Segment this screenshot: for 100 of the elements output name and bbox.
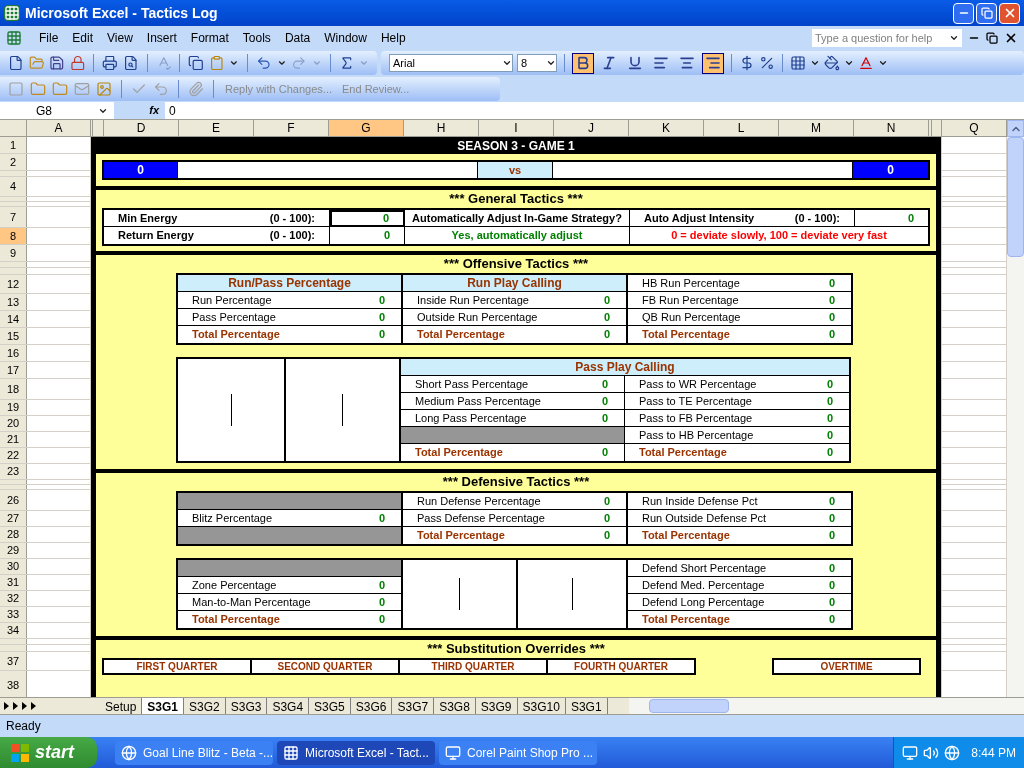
row-header[interactable]: 20 xyxy=(0,416,27,431)
row-header[interactable]: 14 xyxy=(0,311,27,327)
image-icon[interactable] xyxy=(96,81,112,97)
column-header[interactable]: E xyxy=(179,120,254,136)
column-header[interactable]: G xyxy=(329,120,404,136)
taskbar-button[interactable]: Microsoft Excel - Tact... xyxy=(277,740,435,765)
new-file-icon[interactable] xyxy=(8,55,24,71)
row-header[interactable]: 15 xyxy=(0,328,27,344)
column-header[interactable]: N xyxy=(854,120,929,136)
menu-item[interactable]: Tools xyxy=(235,28,278,48)
close-button[interactable] xyxy=(999,2,1020,24)
row-header[interactable]: 29 xyxy=(0,543,27,558)
row-header[interactable]: 31 xyxy=(0,575,27,590)
column-header[interactable]: A xyxy=(27,120,91,136)
help-search-field[interactable]: Type a question for help xyxy=(812,29,962,47)
percent-icon[interactable] xyxy=(759,55,775,71)
scroll-thumb[interactable] xyxy=(649,699,729,713)
row-header[interactable]: 9 xyxy=(0,245,27,261)
vertical-scrollbar[interactable] xyxy=(1007,120,1024,697)
row-header[interactable]: 16 xyxy=(0,345,27,361)
menu-item[interactable]: View xyxy=(100,28,140,48)
column-header[interactable]: I xyxy=(479,120,554,136)
dropdown-caret-icon[interactable] xyxy=(546,58,556,68)
dropdown-caret-icon[interactable] xyxy=(810,58,820,68)
value-cell-text: 0 xyxy=(828,292,835,308)
row-header[interactable]: 38 xyxy=(0,671,27,697)
horizontal-scrollbar[interactable] xyxy=(629,698,1024,714)
taskbar-button[interactable]: Corel Paint Shop Pro ... xyxy=(439,740,597,765)
table-cell-text: Zone Percentage xyxy=(192,577,277,593)
column-header[interactable]: D xyxy=(104,120,179,136)
table-cell-text: Pass Percentage xyxy=(192,309,276,325)
row-header[interactable]: 4 xyxy=(0,177,27,196)
font-size-field[interactable]: 8 xyxy=(517,54,557,72)
minimize-button[interactable] xyxy=(953,2,974,24)
sheet-tab[interactable]: S3G1 xyxy=(142,698,185,714)
row-header[interactable]: 34 xyxy=(0,623,27,638)
taskbar-button[interactable]: Goal Line Blitz - Beta -... xyxy=(115,740,273,765)
table-cell-text: Inside Run Percentage xyxy=(417,292,529,308)
restore-workbook-icon[interactable] xyxy=(986,32,998,44)
row-header[interactable]: 23 xyxy=(0,464,27,479)
print-preview-icon[interactable] xyxy=(122,55,139,71)
align-right-button[interactable] xyxy=(702,52,724,74)
menu-item[interactable]: Edit xyxy=(65,28,101,48)
dropdown-caret-icon[interactable] xyxy=(276,58,287,68)
font-field[interactable]: Arial xyxy=(389,54,513,72)
volume-icon[interactable] xyxy=(923,744,940,761)
scroll-thumb[interactable] xyxy=(1007,137,1024,257)
print-icon[interactable] xyxy=(102,55,118,71)
menu-item[interactable]: Data xyxy=(277,28,318,48)
column-header[interactable]: J xyxy=(554,120,629,136)
paperclip-icon[interactable] xyxy=(188,81,204,97)
borders-icon[interactable] xyxy=(790,55,806,71)
menu-item[interactable]: Format xyxy=(183,28,236,48)
permission-icon[interactable] xyxy=(69,55,86,71)
row-header[interactable]: 13 xyxy=(0,294,27,310)
menu-item[interactable]: Help xyxy=(373,28,413,48)
column-header[interactable]: M xyxy=(779,120,854,136)
column-header[interactable]: L xyxy=(704,120,779,136)
row-header[interactable]: 8 xyxy=(0,228,27,244)
function-button[interactable]: fx xyxy=(149,102,159,119)
row-header[interactable]: 2 xyxy=(0,154,27,170)
column-header[interactable]: H xyxy=(404,120,479,136)
row-header[interactable]: 33 xyxy=(0,607,27,622)
row-header[interactable]: 1 xyxy=(0,137,27,153)
row-header[interactable]: 21 xyxy=(0,432,27,447)
dropdown-caret-icon[interactable] xyxy=(949,33,959,43)
dropdown-caret-icon[interactable] xyxy=(229,58,239,68)
menu-item[interactable]: Window xyxy=(317,28,374,48)
network-icon[interactable] xyxy=(902,744,919,761)
formula-field[interactable]: 0 xyxy=(165,101,1024,120)
currency-icon[interactable] xyxy=(739,55,755,71)
row-header[interactable]: 32 xyxy=(0,591,27,606)
row-header[interactable]: 7 xyxy=(0,207,27,227)
dropdown-caret-icon[interactable] xyxy=(878,58,888,68)
row-header[interactable]: 27 xyxy=(0,511,27,526)
globe-icon[interactable] xyxy=(944,744,961,761)
fill-color-icon[interactable] xyxy=(824,55,840,71)
row-header[interactable]: 30 xyxy=(0,559,27,574)
column-header[interactable]: K xyxy=(629,120,704,136)
start-button[interactable]: start xyxy=(0,737,97,768)
bold-button[interactable] xyxy=(572,52,594,74)
row-header[interactable]: 28 xyxy=(0,527,27,542)
font-color-icon[interactable] xyxy=(858,55,874,71)
menu-item[interactable]: Insert xyxy=(139,28,184,48)
row-header[interactable]: 12 xyxy=(0,275,27,293)
menu-item[interactable]: File xyxy=(32,28,66,48)
workbook-icon[interactable] xyxy=(6,30,22,46)
row-header[interactable]: 17 xyxy=(0,362,27,378)
restore-button[interactable] xyxy=(976,2,997,24)
dropdown-caret-icon[interactable] xyxy=(844,58,854,68)
row-header[interactable]: 19 xyxy=(0,400,27,415)
dropdown-caret-icon[interactable] xyxy=(502,58,512,68)
row-header[interactable]: 26 xyxy=(0,490,27,510)
row-header[interactable]: 18 xyxy=(0,379,27,399)
close-workbook-icon[interactable] xyxy=(1004,31,1018,45)
undo-icon[interactable] xyxy=(255,55,272,71)
row-header[interactable]: 22 xyxy=(0,448,27,463)
copy-icon[interactable] xyxy=(188,55,204,71)
save-icon[interactable] xyxy=(49,55,65,71)
row-header[interactable]: 37 xyxy=(0,652,27,670)
